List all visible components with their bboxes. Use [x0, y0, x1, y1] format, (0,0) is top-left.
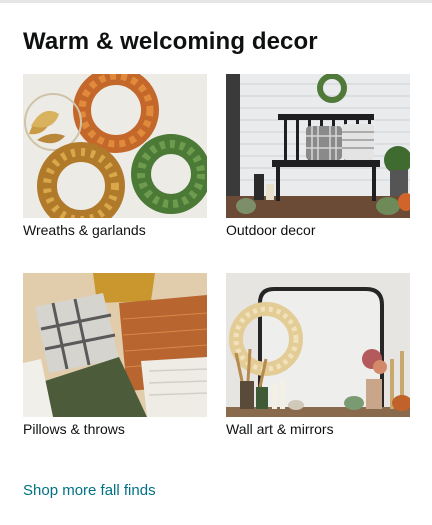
- shop-more-link[interactable]: Shop more fall finds: [23, 482, 156, 499]
- tile-label[interactable]: Wall art & mirrors: [226, 420, 410, 438]
- tile-label[interactable]: Outdoor decor: [226, 221, 410, 239]
- tile-label[interactable]: Pillows & throws: [23, 420, 207, 438]
- decor-card: Warm & welcoming decor Wreaths & garland…: [0, 0, 432, 525]
- wall-art-mirrors-image[interactable]: [226, 273, 410, 417]
- wreaths-image[interactable]: [23, 74, 207, 218]
- tile-outdoor-decor[interactable]: Outdoor decor: [226, 74, 410, 239]
- tile-wall-art-mirrors[interactable]: Wall art & mirrors: [226, 273, 410, 438]
- divider: [0, 0, 432, 3]
- tile-label[interactable]: Wreaths & garlands: [23, 221, 207, 239]
- tile-wreaths-garlands[interactable]: Wreaths & garlands: [23, 74, 207, 239]
- outdoor-decor-image[interactable]: [226, 74, 410, 218]
- card-title: Warm & welcoming decor: [23, 28, 318, 55]
- pillows-throws-image[interactable]: [23, 273, 207, 417]
- tile-pillows-throws[interactable]: Pillows & throws: [23, 273, 207, 438]
